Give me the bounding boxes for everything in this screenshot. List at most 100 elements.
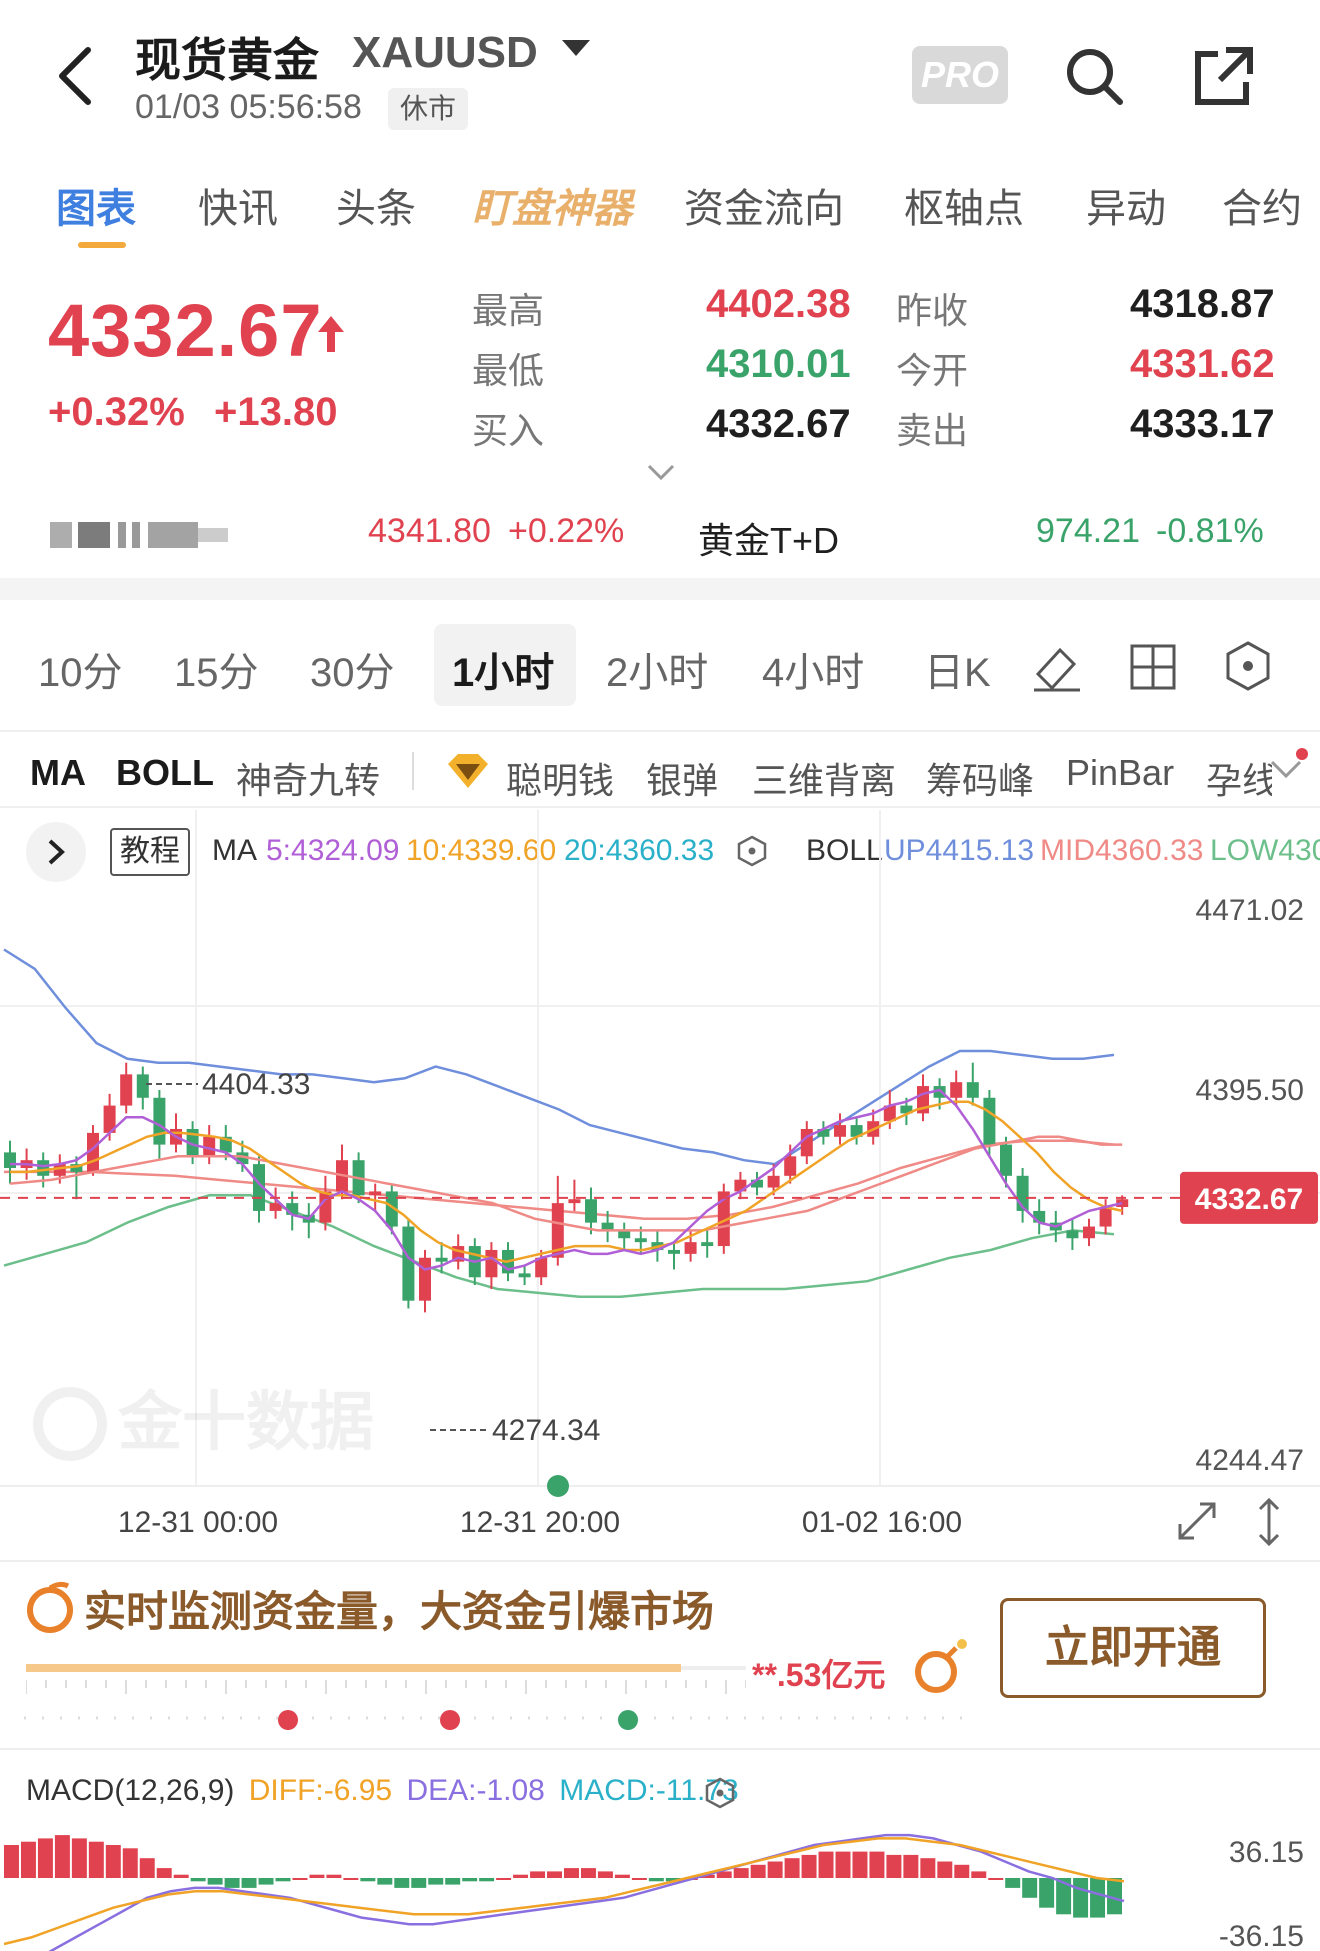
layout-grid-icon[interactable] xyxy=(1128,642,1178,692)
tab-pivot-points[interactable]: 枢轴点 xyxy=(904,176,1024,234)
candle-body xyxy=(983,1097,996,1145)
macd-bar xyxy=(530,1871,546,1878)
candle-body xyxy=(120,1074,133,1106)
drawing-tool-icon[interactable] xyxy=(1030,640,1084,694)
period-10m[interactable]: 10分 xyxy=(38,640,123,698)
chevron-down-icon[interactable] xyxy=(646,462,676,482)
macd-bar xyxy=(71,1838,87,1878)
tab-contract[interactable]: 合约 xyxy=(1222,176,1302,234)
vertical-scale-icon[interactable] xyxy=(1254,1496,1284,1548)
candle-body xyxy=(1083,1226,1095,1239)
period-2h[interactable]: 2小时 xyxy=(606,640,708,698)
candle-body xyxy=(53,1164,66,1176)
ask-value: 4333.17 xyxy=(1130,402,1275,446)
prev-close-value: 4318.87 xyxy=(1130,282,1275,326)
tab-chart[interactable]: 图表 xyxy=(56,176,136,234)
period-day[interactable]: 日K xyxy=(924,640,991,698)
high-value: 4402.38 xyxy=(706,282,851,326)
indicator-magic-nine[interactable]: 神奇九转 xyxy=(236,752,380,804)
candle-body xyxy=(1099,1207,1112,1227)
indicator-ma[interactable]: MA xyxy=(30,752,86,794)
activate-button[interactable]: 立即开通 xyxy=(1000,1598,1266,1698)
candle-body xyxy=(800,1128,813,1157)
divider xyxy=(0,1560,1320,1562)
symbol-selector[interactable]: XAUUSD xyxy=(352,28,538,78)
candle-body xyxy=(1000,1144,1012,1176)
candle-body xyxy=(518,1273,531,1278)
quote-datetime: 01/03 05:56:58 xyxy=(135,88,362,126)
indicator-boll[interactable]: BOLL xyxy=(116,752,214,794)
caret-down-icon[interactable] xyxy=(562,40,590,56)
indicator-inside-bar[interactable]: 孕线 xyxy=(1206,752,1272,804)
period-4h[interactable]: 4小时 xyxy=(762,640,864,698)
candle-body xyxy=(286,1203,299,1215)
candle-body xyxy=(153,1097,166,1145)
blurred-instrument-name[interactable] xyxy=(48,512,230,556)
low-mark-label: 4274.34 xyxy=(492,1414,600,1447)
candle-body xyxy=(4,1152,16,1169)
macd-bar xyxy=(1005,1878,1021,1888)
macd-bar xyxy=(360,1878,376,1882)
indicator-3d-divergence[interactable]: 三维背离 xyxy=(752,752,896,804)
macd-bar xyxy=(122,1848,138,1878)
open-value: 4331.62 xyxy=(1130,342,1275,386)
macd-axis: 36.15 -36.15 xyxy=(1219,1836,1304,1951)
period-1h[interactable]: 1小时 xyxy=(452,640,554,698)
macd-bar xyxy=(513,1874,529,1878)
macd-bar xyxy=(631,1878,647,1880)
fullscreen-icon[interactable] xyxy=(1174,1498,1220,1544)
section-divider xyxy=(0,578,1320,600)
macd-bar xyxy=(394,1878,410,1888)
macd-bar xyxy=(886,1854,902,1878)
macd-bar xyxy=(139,1858,155,1878)
macd-bar xyxy=(4,1845,19,1878)
period-30m[interactable]: 30分 xyxy=(310,640,395,698)
compare-item-2-name[interactable]: 黄金T+D xyxy=(698,512,839,564)
macd-settings-icon[interactable] xyxy=(704,1776,736,1810)
bomb-icon xyxy=(915,1639,967,1693)
price-axis-label: 4471.02 xyxy=(1196,894,1304,927)
tab-anomaly[interactable]: 异动 xyxy=(1086,176,1166,234)
tab-headlines[interactable]: 头条 xyxy=(336,176,416,234)
market-status-badge: 休市 xyxy=(388,88,469,130)
macd-bar xyxy=(88,1841,104,1878)
chart-settings-icon[interactable] xyxy=(1222,640,1274,692)
candle-body xyxy=(684,1242,697,1254)
macd-bar xyxy=(920,1858,936,1878)
active-tab-indicator xyxy=(78,242,126,248)
pro-button[interactable]: PRO xyxy=(912,46,1008,104)
indicator-chip-peak[interactable]: 筹码峰 xyxy=(926,752,1034,804)
indicator-pinbar[interactable]: PinBar xyxy=(1066,752,1174,794)
page-title: 现货黄金 xyxy=(135,34,319,86)
back-arrow-icon[interactable] xyxy=(52,44,100,108)
macd-chart[interactable]: 36.15 -36.15 xyxy=(0,1820,1320,1951)
tab-watch-tool[interactable]: 盯盘神器 xyxy=(472,176,632,234)
share-icon[interactable] xyxy=(1192,44,1256,108)
macd-bar xyxy=(309,1874,325,1878)
macd-bar xyxy=(54,1835,70,1878)
price-axis-label: 4244.47 xyxy=(1196,1444,1304,1477)
divider xyxy=(0,730,1320,732)
macd-bar xyxy=(343,1878,359,1880)
indicator-silver-bullet[interactable]: 银弹 xyxy=(646,752,718,804)
event-dot xyxy=(547,1475,569,1497)
macd-bar xyxy=(1073,1878,1089,1918)
macd-bar xyxy=(852,1851,868,1878)
price-chart[interactable]: 金十数据 4332.67 4471.02 4395.50 4244.47 4404.33… xyxy=(0,810,1320,1570)
period-15m[interactable]: 15分 xyxy=(174,640,259,698)
macd-bar xyxy=(750,1864,766,1878)
notification-dot xyxy=(1296,748,1308,760)
indicator-smart-money[interactable]: 聪明钱 xyxy=(506,752,614,804)
change-amount: +13.80 xyxy=(214,390,338,434)
search-icon[interactable] xyxy=(1060,42,1128,110)
divider xyxy=(412,752,414,790)
tab-fund-flow[interactable]: 资金流向 xyxy=(684,176,844,234)
candle-body xyxy=(136,1074,149,1098)
macd-bar xyxy=(648,1878,664,1882)
macd-bar xyxy=(597,1871,613,1878)
macd-bar xyxy=(190,1878,206,1882)
macd-bar xyxy=(1090,1878,1106,1918)
candle-body xyxy=(568,1199,581,1204)
tab-news-flash[interactable]: 快讯 xyxy=(198,176,278,234)
macd-bar xyxy=(20,1841,36,1878)
